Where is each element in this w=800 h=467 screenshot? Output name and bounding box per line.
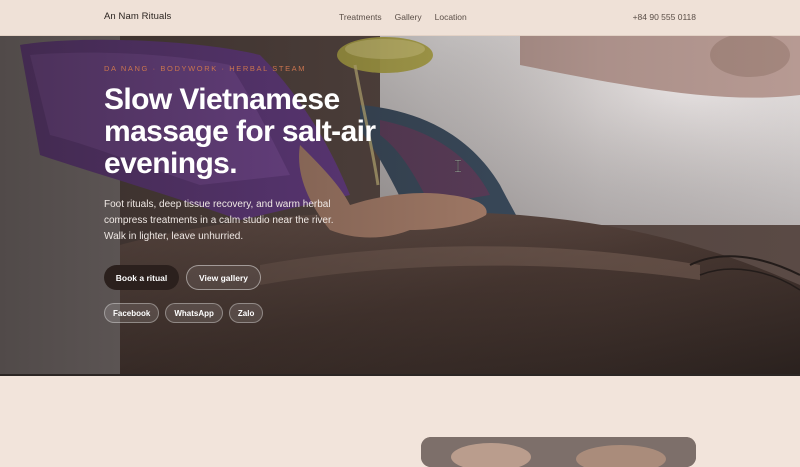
social-links: Facebook WhatsApp Zalo: [104, 303, 264, 323]
book-ritual-button[interactable]: Book a ritual: [104, 265, 179, 290]
nav-location[interactable]: Location: [435, 12, 467, 22]
feature-image: [421, 437, 696, 467]
nav-gallery[interactable]: Gallery: [395, 12, 422, 22]
site-header: An Nam Rituals Treatments Gallery Locati…: [0, 0, 800, 36]
facebook-link[interactable]: Facebook: [104, 303, 160, 323]
nav-treatments[interactable]: Treatments: [339, 12, 382, 22]
zalo-link[interactable]: Zalo: [228, 303, 264, 323]
hero-description: Foot rituals, deep tissue recovery, and …: [104, 199, 334, 242]
hero-headline: Slow Vietnamese massage for salt-air eve…: [104, 83, 376, 180]
feature-image-card: [421, 437, 696, 467]
whatsapp-link[interactable]: WhatsApp: [165, 303, 223, 323]
view-gallery-button[interactable]: View gallery: [186, 265, 261, 290]
text-cursor-icon: [455, 160, 461, 172]
phone-link[interactable]: +84 90 555 0118: [633, 12, 696, 22]
brand-logo[interactable]: An Nam Rituals: [104, 11, 171, 22]
hero-divider: [0, 374, 800, 376]
hero-eyebrow: DA NANG · BODYWORK · HERBAL STEAM: [104, 64, 307, 73]
main-nav: Treatments Gallery Location: [339, 12, 467, 22]
